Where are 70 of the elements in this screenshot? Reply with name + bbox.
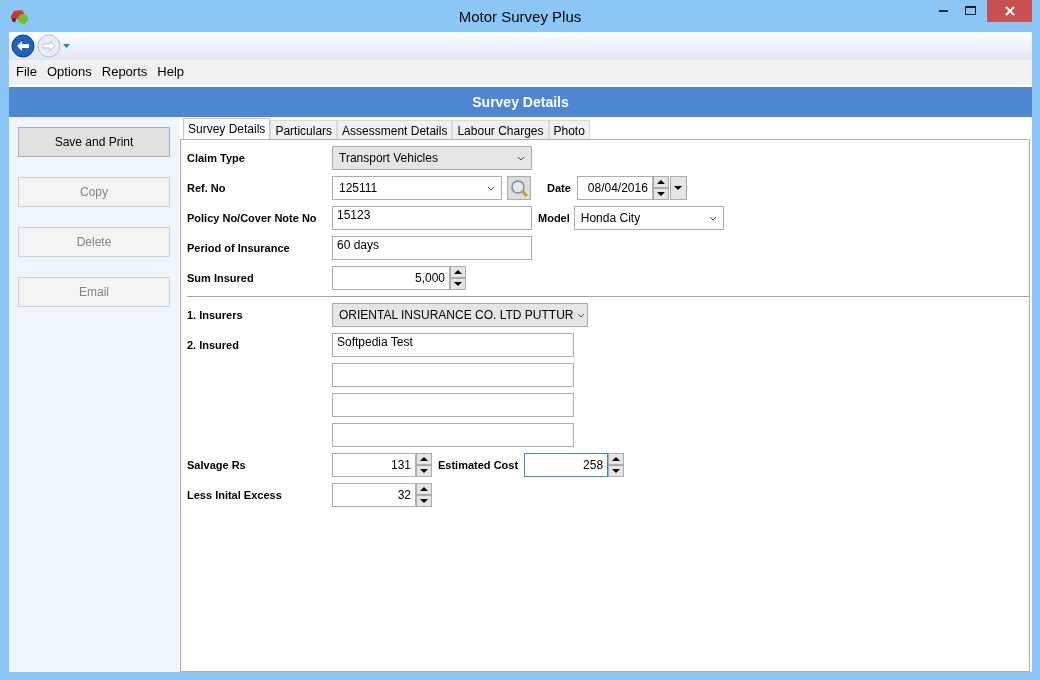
search-icon — [510, 179, 528, 197]
spin-up-button[interactable] — [608, 453, 625, 465]
menu-item[interactable]: File — [11, 62, 42, 82]
field-label: Period of Insurance — [187, 240, 291, 256]
back-button[interactable] — [11, 34, 35, 58]
up-arrow-icon — [420, 486, 428, 492]
down-arrow-icon — [454, 281, 462, 287]
field-label: 2. Insured — [187, 337, 240, 353]
action-button[interactable]: Save and Print — [18, 127, 170, 157]
field-label: Date — [546, 180, 572, 196]
field-label: Claim Type — [187, 150, 246, 166]
chevron-icon — [487, 185, 495, 191]
up-arrow-icon — [612, 456, 621, 462]
spin-down-button[interactable] — [450, 278, 466, 290]
input-field[interactable] — [332, 363, 574, 387]
number-field[interactable]: 32 — [332, 483, 416, 507]
input-field[interactable]: 15123 — [332, 206, 532, 230]
tab[interactable]: Particulars — [270, 120, 338, 139]
up-arrow-icon — [454, 269, 462, 275]
car-coin-icon — [9, 7, 31, 25]
down-arrow-icon — [612, 468, 621, 474]
menu-item[interactable]: Reports — [96, 62, 153, 82]
down-arrow-icon — [420, 468, 428, 474]
insurers-dropdown[interactable]: ORIENTAL INSURANCE CO. LTD PUTTUR — [332, 303, 588, 327]
input-field[interactable] — [332, 423, 574, 447]
down-arrow-icon — [420, 498, 428, 504]
tab[interactable]: Survey Details — [183, 118, 271, 139]
spin-down-button[interactable] — [416, 495, 432, 507]
up-arrow-icon — [420, 456, 428, 462]
date-field[interactable]: 08/04/2016 — [576, 176, 653, 200]
field-label: Ref. No — [187, 180, 227, 196]
field-label: Sum Insured — [187, 270, 255, 286]
search-button[interactable] — [507, 176, 531, 200]
calendar-dropdown-button[interactable] — [669, 176, 687, 200]
caret-icon[interactable] — [63, 43, 70, 49]
menu-item[interactable]: Options — [41, 62, 97, 82]
close-button[interactable] — [987, 0, 1032, 22]
input-field[interactable] — [332, 393, 574, 417]
field-label: Estimated Cost — [437, 457, 520, 473]
number-field[interactable]: 5,000 — [332, 266, 450, 290]
chevron-icon — [517, 155, 525, 161]
number-field[interactable]: 131 — [332, 453, 416, 477]
menu-item[interactable]: Help — [152, 62, 190, 82]
field-label: Model — [537, 210, 571, 226]
chevron-icon — [708, 215, 717, 221]
spin-down-button[interactable] — [608, 465, 625, 477]
field-label: 1. Insurers — [187, 307, 244, 323]
chevron-icon — [577, 312, 586, 318]
tab[interactable]: Labour Charges — [452, 120, 549, 139]
maximize-icon — [965, 6, 976, 16]
input-field[interactable]: Softpedia Test — [332, 333, 574, 357]
minimize-icon — [939, 10, 948, 12]
input-field[interactable]: 60 days — [332, 236, 532, 260]
field-label: Less Inital Excess — [187, 487, 283, 503]
model-dropdown[interactable]: Honda City — [573, 206, 724, 230]
number-field[interactable]: 258 — [524, 453, 609, 477]
spin-up-button[interactable] — [416, 483, 432, 495]
close-icon — [1004, 6, 1015, 16]
ref-no-combo[interactable]: 125111 — [332, 176, 502, 200]
spin-up-button[interactable] — [450, 266, 466, 278]
claim-type-dropdown[interactable]: Transport Vehicles — [332, 146, 532, 170]
spin-down-button[interactable] — [416, 465, 432, 477]
up-arrow-icon — [656, 179, 665, 185]
field-label: Salvage Rs — [187, 457, 247, 473]
tab[interactable]: Photo — [548, 120, 590, 139]
field-label: Policy No/Cover Note No — [187, 210, 318, 226]
window-title: Motor Survey Plus — [458, 7, 582, 27]
section-header: Survey Details — [9, 87, 1032, 117]
tab[interactable]: Assessment Details — [337, 120, 453, 139]
spin-up-button[interactable] — [416, 453, 432, 465]
